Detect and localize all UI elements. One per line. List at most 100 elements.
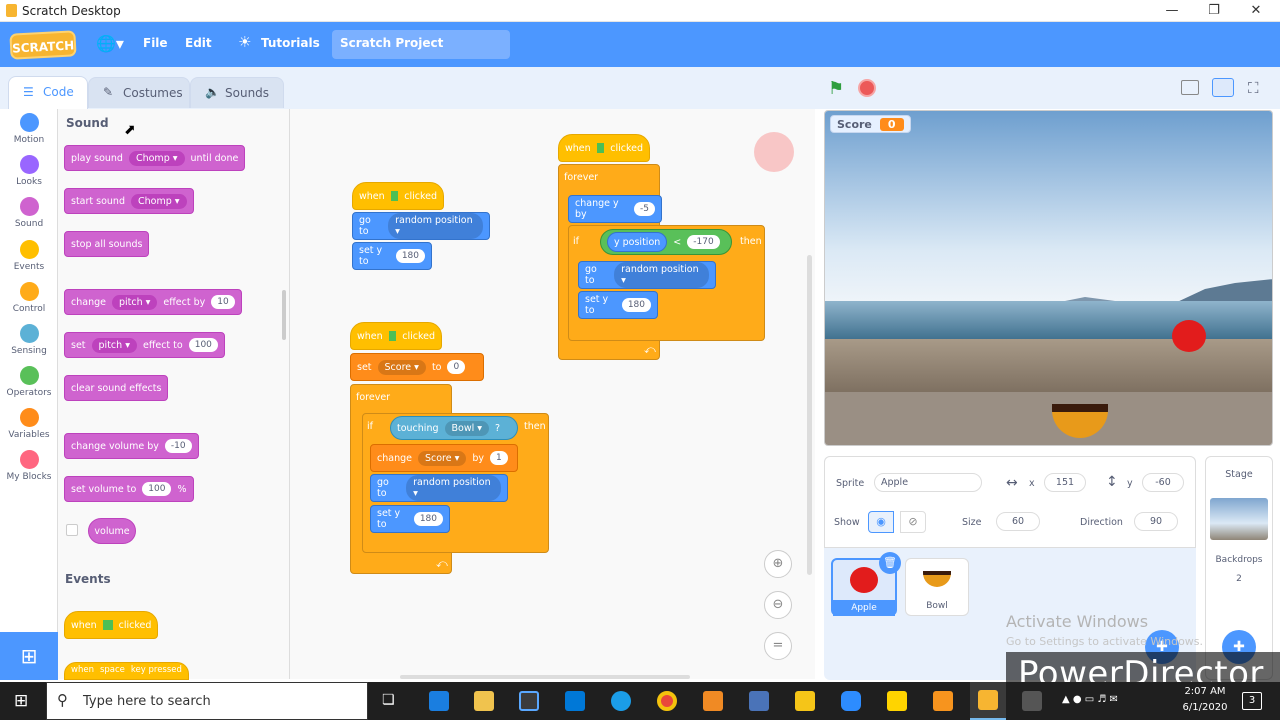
reporter-volume[interactable]: volume [88,518,136,544]
effect-dropdown[interactable]: pitch [99,340,123,351]
position-dropdown[interactable]: random position [413,477,491,488]
category-sensing[interactable]: Sensing [0,324,58,356]
hat-when-flag-clicked[interactable]: when clicked [558,134,650,162]
scratch-taskbar-button[interactable] [970,682,1006,720]
value-input[interactable]: -10 [164,439,192,453]
tray-icons[interactable]: ▲ ● ▭ ♬ ✉ [1062,694,1118,705]
app-icon[interactable] [933,691,953,711]
show-visible-icon[interactable]: ◉ [868,511,894,533]
key-dropdown[interactable]: space [100,665,125,675]
object-dropdown[interactable]: Bowl [452,423,475,434]
block-set-volume[interactable]: set volume to 100 % [64,476,194,502]
category-variables[interactable]: Variables [0,408,58,440]
sprite-name-input[interactable]: Apple [874,473,982,492]
windows-start-icon[interactable]: ⊞ [14,691,28,711]
block-change-y[interactable]: change y by -5 [568,195,662,223]
tab-costumes[interactable]: ✎ Costumes [88,77,190,108]
effect-dropdown[interactable]: pitch [119,297,143,308]
value-input[interactable]: 100 [142,482,172,496]
block-change-effect[interactable]: change pitch ▾ effect by 10 [64,289,242,315]
block-start-sound[interactable]: start sound Chomp ▾ [64,188,194,214]
typing-app-icon[interactable] [795,691,815,711]
close-icon[interactable]: ✕ [1236,2,1276,20]
stop-button[interactable] [858,79,876,97]
apple-sprite[interactable] [1172,320,1206,352]
file-explorer-icon[interactable] [474,691,494,711]
network-app-icon[interactable] [749,691,769,711]
block-when-key-pressed[interactable]: when space key pressed [64,662,189,680]
hat-when-flag-clicked[interactable]: when clicked [350,322,442,350]
large-stage-icon[interactable] [1212,78,1234,97]
reporter-y-position[interactable]: y position [607,232,668,252]
file-menu[interactable]: File [143,36,168,50]
position-dropdown[interactable]: random position [621,264,699,275]
block-set-y[interactable]: set y to 180 [370,505,450,533]
block-play-sound[interactable]: play sound Chomp ▾ until done [64,145,246,171]
variable-dropdown[interactable]: Score [425,453,452,464]
task-view-icon[interactable]: ❏ [382,692,395,708]
category-my-blocks[interactable]: My Blocks [0,450,58,482]
fullscreen-icon[interactable]: ⛶ [1248,79,1259,97]
category-operators[interactable]: Operators [0,366,58,398]
sprite-tile-bowl[interactable]: Bowl [905,558,969,616]
value-input[interactable]: 0 [447,360,466,374]
block-set-y[interactable]: set y to 180 [578,291,658,319]
restore-icon[interactable]: ❐ [1194,2,1234,20]
sound-dropdown[interactable]: Chomp [138,196,172,207]
block-go-to[interactable]: go to random position ▾ [352,212,490,240]
sensing-touching[interactable]: touching Bowl ▾? [390,416,518,440]
zoom-app-icon[interactable] [841,691,861,711]
palette-scrollbar[interactable] [282,290,286,340]
position-dropdown[interactable]: random position [395,215,473,226]
app-icon[interactable] [703,691,723,711]
block-clear-sound-effects[interactable]: clear sound effects [64,375,169,401]
project-title-input[interactable]: Scratch Project [332,30,510,59]
block-set-effect[interactable]: set pitch ▾ effect to 100 [64,332,225,358]
minimize-icon[interactable]: — [1152,2,1192,20]
chrome-icon[interactable] [657,691,677,711]
stage-canvas[interactable] [824,110,1273,446]
category-control[interactable]: Control [0,282,58,314]
browser-icon[interactable] [611,691,631,711]
edge-icon[interactable] [429,691,449,711]
operator-less-than[interactable]: y position < -170 [600,229,732,255]
small-stage-icon[interactable] [1181,80,1199,95]
value-input[interactable]: 1 [490,451,508,465]
green-flag-button[interactable]: ⚑ [828,78,844,99]
hat-when-flag-clicked[interactable]: when clicked [352,182,444,210]
value-input[interactable]: 180 [395,249,425,263]
clock-time[interactable]: 2:07 AM [1180,686,1230,697]
workspace-horizontal-scrollbar[interactable] [400,675,690,679]
block-go-to[interactable]: go to random position ▾ [578,261,716,289]
value-input[interactable]: -5 [634,202,655,216]
clock-date[interactable]: 6/1/2020 [1172,702,1238,713]
size-input[interactable]: 60 [996,512,1040,531]
value-input[interactable]: 10 [211,295,235,309]
value-input[interactable]: 180 [621,298,651,312]
workspace-vertical-scrollbar[interactable] [807,255,812,575]
x-input[interactable]: 151 [1044,473,1086,492]
block-change-variable[interactable]: change Score ▾ by 1 [370,444,518,472]
block-change-volume[interactable]: change volume by -10 [64,433,199,459]
zoom-in-icon[interactable]: ⊕ [764,550,792,578]
store-icon[interactable] [519,691,539,711]
video-icon[interactable] [1022,691,1042,711]
score-monitor[interactable]: Score 0 [830,115,911,133]
scratch-logo[interactable]: SCRATCH [9,30,77,60]
notification-icon[interactable]: 3 [1242,692,1262,710]
block-stop-all-sounds[interactable]: stop all sounds [64,231,150,257]
delete-sprite-icon[interactable]: 🗑 [879,552,901,574]
sticky-notes-icon[interactable] [887,691,907,711]
category-motion[interactable]: Motion [0,113,58,145]
category-sound[interactable]: Sound [0,197,58,229]
volume-checkbox[interactable] [66,524,78,536]
block-when-flag-clicked[interactable]: when clicked [64,611,159,639]
add-extension-button[interactable]: ⊞ [0,632,58,680]
zoom-out-icon[interactable]: ⊖ [764,591,792,619]
value-input[interactable]: 100 [188,338,218,352]
block-set-variable[interactable]: set Score ▾ to 0 [350,353,484,381]
block-go-to[interactable]: go to random position ▾ [370,474,508,502]
direction-input[interactable]: 90 [1134,512,1178,531]
category-events[interactable]: Events [0,240,58,272]
mail-icon[interactable] [565,691,585,711]
